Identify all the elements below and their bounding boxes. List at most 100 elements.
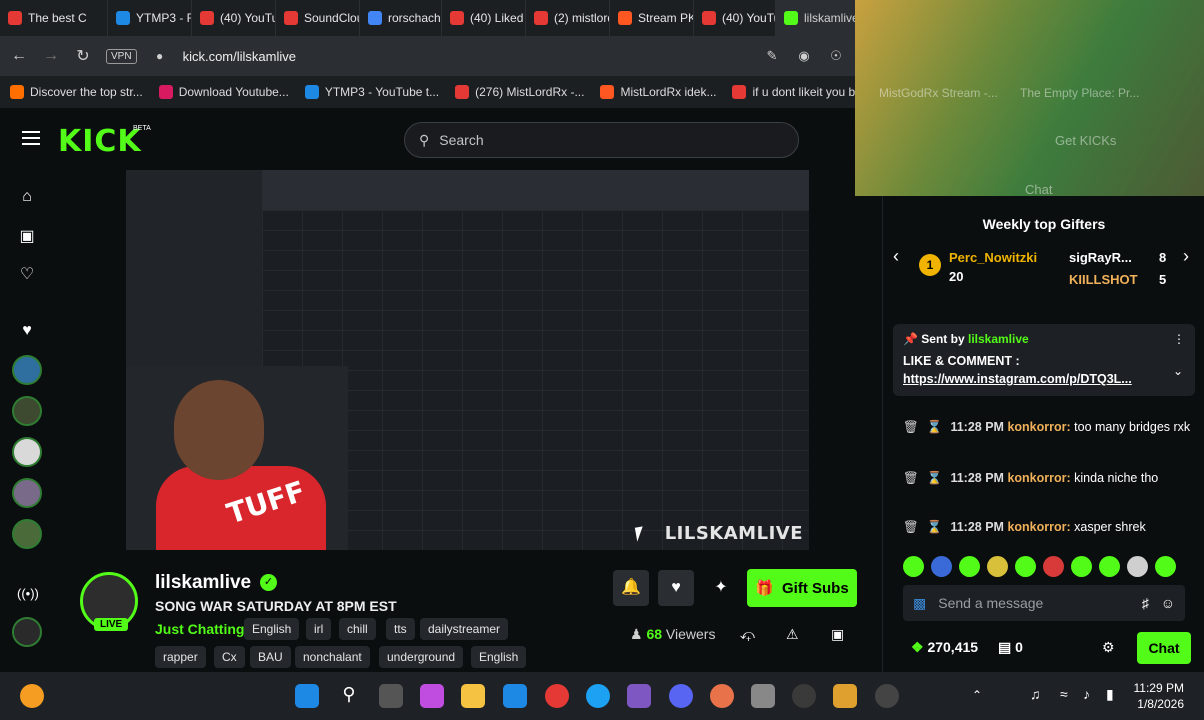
settings-app-icon[interactable] (792, 684, 816, 708)
bookmark-item[interactable]: if u dont likeit you b... (732, 85, 865, 99)
chevron-left-icon[interactable]: ‹ (893, 246, 899, 267)
edge-icon[interactable] (586, 684, 610, 708)
browser-tab[interactable]: (40) YouTu (694, 0, 776, 36)
emote-icon[interactable] (959, 556, 980, 577)
pinned-link[interactable]: https://www.instagram.com/p/DTQ3L... (903, 372, 1132, 386)
tag[interactable]: dailystreamer (420, 618, 509, 640)
battery-icon[interactable]: ▮ (1106, 686, 1114, 703)
wifi-icon[interactable]: ≈ (1060, 686, 1068, 702)
tag[interactable]: irl (306, 618, 332, 640)
browser-tab[interactable]: The best C (0, 0, 108, 36)
sparkle-icon[interactable]: ✦ (703, 570, 739, 606)
microphone-icon[interactable]: ♫ (1030, 686, 1041, 702)
home-icon[interactable]: ⌂ (17, 188, 37, 208)
weather-icon[interactable] (20, 684, 44, 708)
browser-tab[interactable]: rorschach (360, 0, 442, 36)
tag[interactable]: tts (386, 618, 415, 640)
file-explorer-icon[interactable] (461, 684, 485, 708)
search-taskbar-icon[interactable]: ⚲ (337, 684, 361, 708)
forward-icon[interactable]: → (42, 47, 60, 65)
system-clock[interactable]: 11:29 PM 1/8/2026 (1134, 680, 1184, 712)
timeout-icon[interactable]: ⌛ (927, 471, 943, 485)
live-signal-icon[interactable]: ((•)) (17, 586, 39, 606)
gifter-name[interactable]: sigRayR... (1069, 250, 1132, 265)
reload-icon[interactable]: ↻ (74, 46, 92, 66)
timeout-icon[interactable]: ⌛ (927, 420, 943, 434)
message-user[interactable]: konkorror: (1007, 520, 1070, 534)
emote-icon[interactable] (1127, 556, 1148, 577)
browser-tab[interactable]: YTMP3 - Fr (108, 0, 192, 36)
tag[interactable]: Cx (214, 646, 245, 668)
tag[interactable]: English (244, 618, 300, 640)
followed-channel-avatar[interactable] (12, 355, 42, 385)
chevron-right-icon[interactable]: › (1183, 246, 1189, 267)
trash-icon[interactable]: 🗑 (903, 420, 919, 434)
gifter-name[interactable]: KIILLSHOT (1069, 272, 1138, 287)
browser-tab[interactable]: Stream PK (610, 0, 694, 36)
emote-icon[interactable] (931, 556, 952, 577)
tag[interactable]: rapper (155, 646, 206, 668)
media-icon[interactable] (627, 684, 651, 708)
fl-studio-icon[interactable] (833, 684, 857, 708)
volume-icon[interactable]: ♪ (1083, 686, 1090, 702)
emote-icon[interactable] (903, 556, 924, 577)
bookmark-item[interactable]: MistLordRx idek... (600, 85, 716, 99)
camera-app-icon[interactable] (751, 684, 775, 708)
copilot-icon[interactable] (420, 684, 444, 708)
media-player-icon[interactable] (875, 684, 899, 708)
browse-icon[interactable]: ▣ (17, 226, 37, 246)
kick-logo[interactable]: KICK (58, 124, 142, 159)
timeout-icon[interactable]: ⌛ (927, 520, 943, 534)
edit-icon[interactable]: ✎ (763, 48, 781, 64)
tag[interactable]: underground (379, 646, 464, 668)
bookmark-item[interactable]: Discover the top str... (10, 85, 143, 99)
emoji-icon[interactable]: ☺ (1161, 595, 1175, 611)
more-options-icon[interactable]: ⋮ (1173, 332, 1185, 346)
start-icon[interactable] (295, 684, 319, 708)
vpn-badge[interactable]: VPN (106, 48, 137, 64)
channel-points[interactable]: ❖ 270,415 ▤ 0 (911, 639, 1023, 656)
notification-bell-icon[interactable]: 🔔 (613, 570, 649, 606)
tag[interactable]: English (471, 646, 527, 668)
outlook-icon[interactable] (503, 684, 527, 708)
task-view-icon[interactable] (379, 684, 403, 708)
share-icon[interactable]: ⤽ (740, 626, 755, 643)
kick-emote-icon[interactable]: ▩ (913, 595, 926, 612)
gifter-name[interactable]: Perc_Nowitzki (949, 250, 1037, 265)
message-user[interactable]: konkorror: (1007, 471, 1070, 485)
browser-tab[interactable]: (40) Liked (442, 0, 526, 36)
settings-gear-icon[interactable]: ⚙ (1102, 639, 1115, 656)
followed-channel-avatar[interactable] (12, 437, 42, 467)
tag[interactable]: chill (339, 618, 376, 640)
bookmark-item[interactable]: Download Youtube... (158, 85, 289, 99)
gift-subs-button[interactable]: 🎁 Gift Subs (747, 569, 857, 607)
following-heart-icon[interactable]: ♡ (17, 264, 37, 284)
browser-tab[interactable]: SoundClou (276, 0, 360, 36)
tag[interactable]: BAU (250, 646, 291, 668)
followed-channel-avatar[interactable] (12, 396, 42, 426)
url-field[interactable]: kick.com/lilskamlive (183, 49, 749, 64)
channel-name[interactable]: lilskamlive (155, 572, 251, 594)
pinned-user[interactable]: lilskamlive (968, 332, 1029, 346)
search-input[interactable]: ⚲ Search (404, 122, 799, 158)
followed-channel-avatar[interactable] (12, 519, 42, 549)
emote-icon[interactable] (1099, 556, 1120, 577)
menu-icon[interactable] (22, 131, 40, 145)
camera-icon[interactable]: ◉ (795, 48, 813, 64)
app-icon[interactable] (710, 684, 734, 708)
browser-tab[interactable]: (2) mistlord (526, 0, 610, 36)
emote-icon[interactable] (1015, 556, 1036, 577)
chat-send-button[interactable]: Chat (1137, 632, 1191, 664)
tts-icon[interactable]: ♯ (1142, 595, 1149, 611)
discord-icon[interactable] (669, 684, 693, 708)
back-icon[interactable]: ← (10, 47, 28, 65)
follow-heart-icon[interactable]: ♥ (658, 570, 694, 606)
message-user[interactable]: konkorror: (1007, 420, 1070, 434)
video-player[interactable]: TUFF LILSKAMLIVE (126, 170, 809, 550)
trash-icon[interactable]: 🗑 (903, 471, 919, 485)
tray-chevron-icon[interactable]: ⌃ (972, 688, 982, 702)
shield-icon[interactable]: ☉ (827, 48, 845, 64)
heart-icon[interactable]: ♥ (17, 322, 37, 342)
emote-icon[interactable] (1155, 556, 1176, 577)
bookmark-item[interactable]: YTMP3 - YouTube t... (304, 85, 439, 99)
